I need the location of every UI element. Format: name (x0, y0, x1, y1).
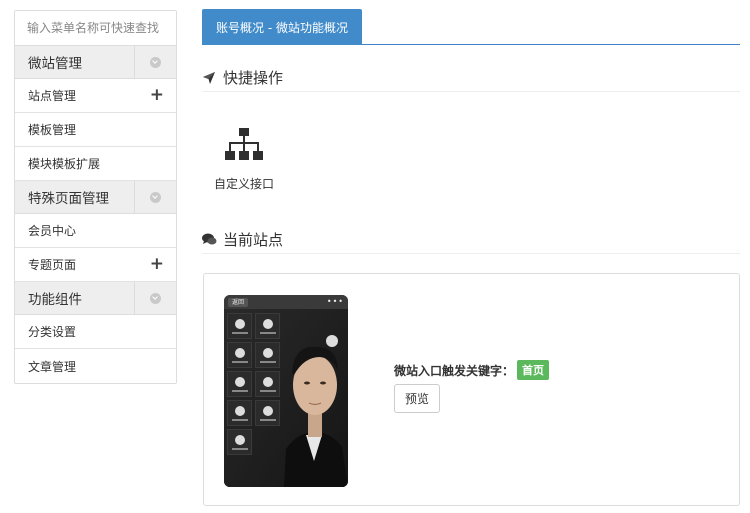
group-title: 微站管理 (28, 56, 82, 72)
sidebar-item-label: 模块模板扩展 (28, 157, 101, 171)
current-site-panel: 返回 ••• 微站入口触发关键字： 首页 预览 (203, 273, 740, 506)
phone-screen (224, 309, 348, 487)
sidebar-item-article-management[interactable]: 文章管理 (15, 349, 176, 383)
group-toggle[interactable] (134, 46, 176, 78)
plane-icon (202, 71, 218, 85)
sitemap-icon (225, 128, 263, 160)
group-header-site-management[interactable]: 微站管理 (15, 46, 176, 79)
tab-account-overview[interactable]: 账号概况 - 微站功能概况 (202, 9, 362, 45)
sidebar-item-topic-pages[interactable]: 专题页面 + (15, 248, 176, 282)
sidebar-menu: 微站管理 站点管理 + 模板管理 模块模板扩展 特殊页面管理 会员中心 专题页面… (14, 10, 177, 384)
phone-topbar: 返回 ••• (224, 295, 348, 309)
section-title-text: 当前站点 (223, 231, 284, 249)
phone-menu-tile (227, 429, 252, 455)
sidebar-item-label: 文章管理 (28, 359, 77, 374)
group-header-special-pages[interactable]: 特殊页面管理 (15, 181, 176, 214)
phone-menu-tile (255, 400, 280, 426)
phone-back-button: 返回 (228, 297, 249, 307)
chevron-down-icon (150, 292, 161, 304)
sidebar-item-label: 分类设置 (28, 325, 77, 339)
group-title: 功能组件 (28, 292, 82, 308)
phone-menu-tile (255, 313, 280, 339)
plus-icon[interactable]: + (150, 87, 164, 104)
sidebar-item-category-settings[interactable]: 分类设置 (15, 315, 176, 349)
entry-keyword-badge: 首页 (517, 360, 550, 380)
sidebar-item-template-management[interactable]: 模板管理 (15, 113, 176, 147)
phone-menu-tile (255, 342, 280, 368)
entry-keyword-label: 微站入口触发关键字： (394, 363, 515, 378)
current-site-heading: 当前站点 (202, 226, 740, 254)
group-toggle[interactable] (134, 181, 176, 213)
group-title: 特殊页面管理 (28, 191, 109, 207)
preview-button[interactable]: 预览 (394, 384, 441, 413)
plus-icon[interactable]: + (150, 256, 164, 273)
menu-search (15, 11, 176, 46)
sidebar-item-member-center[interactable]: 会员中心 (15, 214, 176, 248)
sidebar-item-label: 模板管理 (28, 123, 77, 137)
chevron-down-icon (150, 56, 161, 68)
section-title-text: 快捷操作 (223, 69, 284, 87)
sidebar-item-site-management[interactable]: 站点管理 + (15, 79, 176, 113)
phone-menu-grid (227, 313, 280, 455)
phone-menu-tile (227, 342, 252, 368)
group-toggle[interactable] (134, 282, 176, 314)
phone-menu-tile (255, 371, 280, 397)
site-preview-phone[interactable]: 返回 ••• (224, 295, 348, 487)
group-header-components[interactable]: 功能组件 (15, 282, 176, 315)
quick-action-label: 自定义接口 (213, 177, 274, 191)
entry-keyword-row: 微站入口触发关键字： 首页 (394, 360, 550, 380)
quick-actions-heading: 快捷操作 (202, 64, 740, 92)
sidebar-item-label: 会员中心 (28, 224, 77, 238)
quick-action-custom-interface[interactable]: 自定义接口 (210, 128, 278, 192)
phone-more-icon: ••• (326, 297, 344, 306)
sidebar-item-label: 专题页面 (28, 258, 77, 272)
menu-search-input[interactable] (15, 11, 176, 45)
phone-menu-tile (227, 400, 252, 426)
sidebar-item-label: 站点管理 (28, 89, 77, 103)
phone-menu-tile (227, 313, 252, 339)
comments-icon (202, 233, 218, 246)
phone-menu-tile (227, 371, 252, 397)
sidebar-item-module-template-extension[interactable]: 模块模板扩展 (15, 147, 176, 181)
chevron-down-icon (150, 191, 161, 203)
tab-bar: 账号概况 - 微站功能概况 (202, 8, 740, 45)
